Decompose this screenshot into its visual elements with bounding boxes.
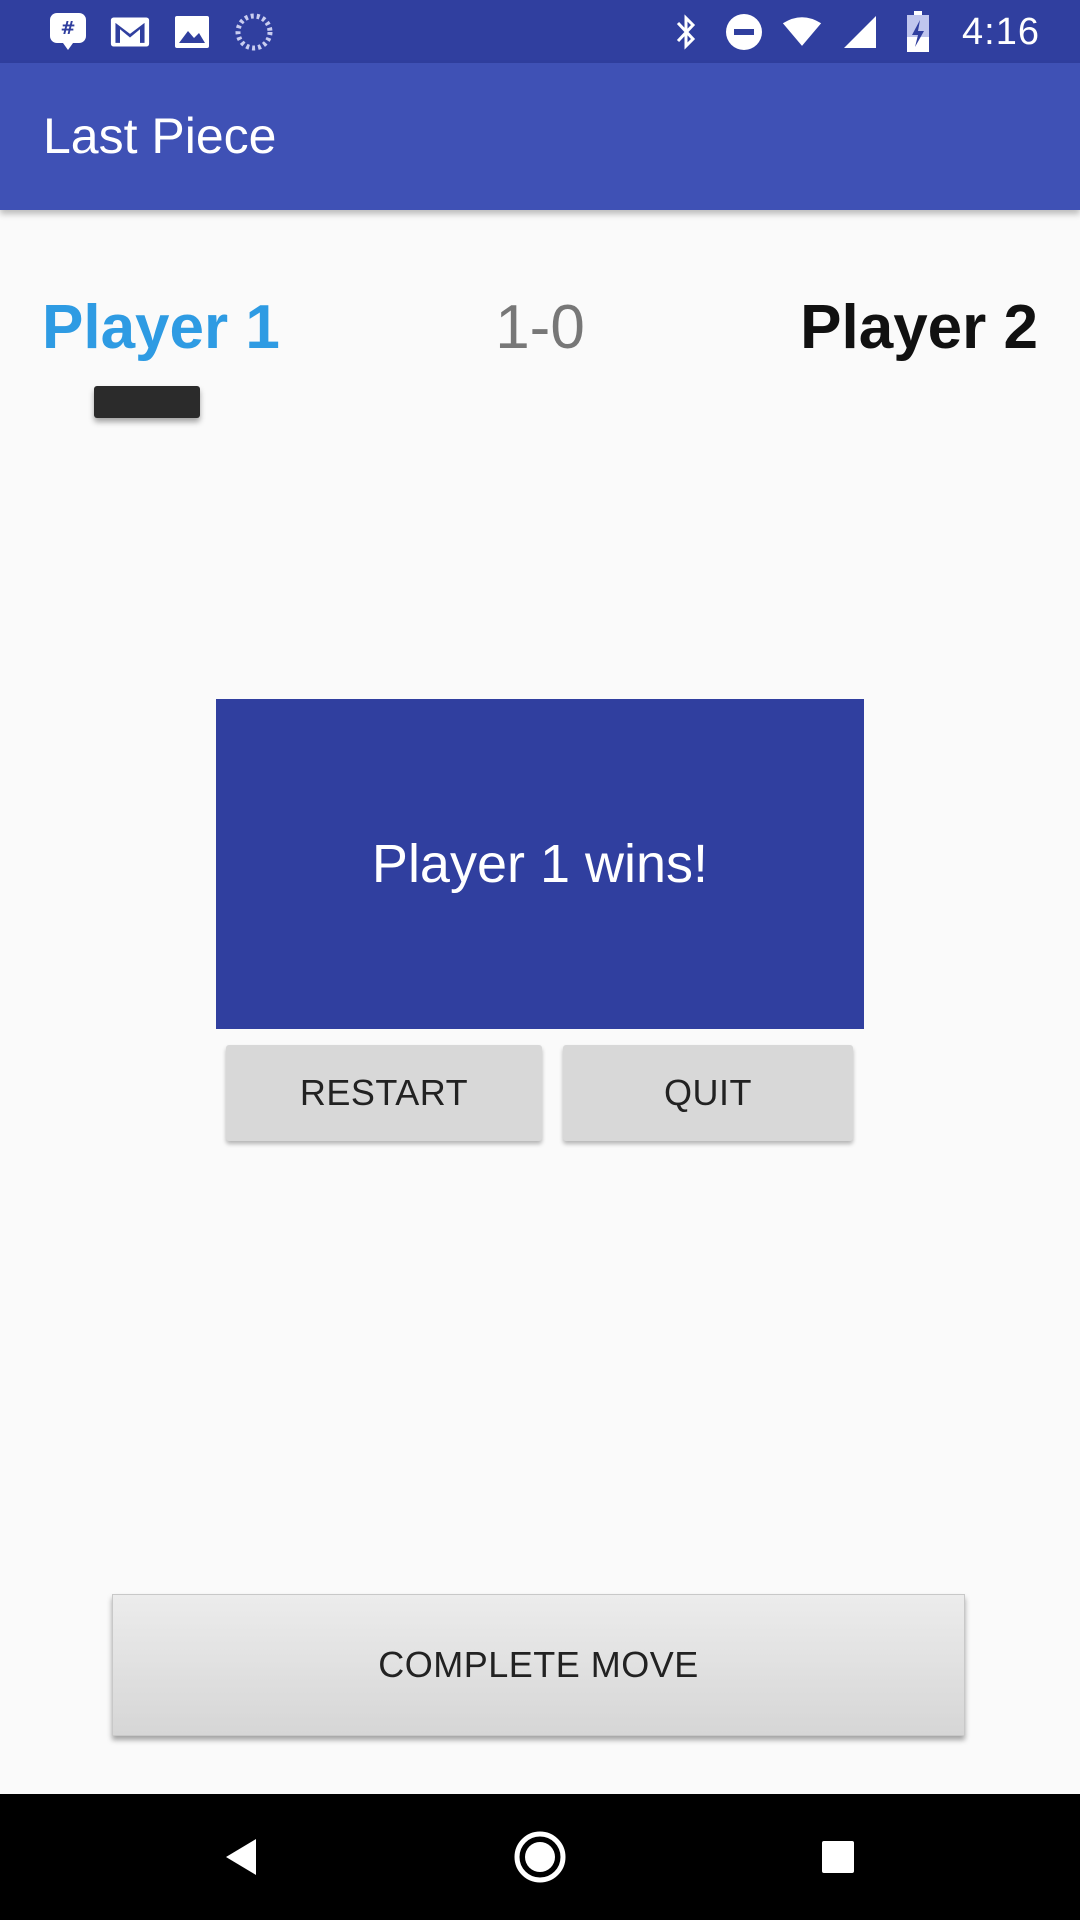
battery-charging-icon [898,11,938,52]
turn-indicator [94,386,200,418]
result-panel: Player 1 wins! [216,699,864,1029]
bluetooth-icon [666,12,706,52]
status-bar-notifications: # [48,10,274,54]
back-icon[interactable] [212,1827,272,1887]
status-bar: # 4:16 [0,0,1080,63]
do-not-disturb-icon [724,12,764,52]
image-icon [172,12,212,52]
status-bar-system: 4:16 [666,8,1040,56]
complete-move-button[interactable]: COMPLETE MOVE [112,1594,965,1736]
app-title: Last Piece [43,108,277,164]
result-message: Player 1 wins! [371,834,709,894]
sync-icon [234,12,274,52]
gmail-icon [110,12,150,52]
recents-icon[interactable] [808,1827,868,1887]
app-bar: Last Piece [0,63,1080,210]
quit-button[interactable]: QUIT [563,1045,853,1141]
wifi-icon [782,12,822,52]
home-icon[interactable] [510,1827,570,1887]
status-bar-time: 4:16 [962,10,1040,53]
signal-icon [840,12,880,52]
svg-text:#: # [60,18,75,39]
navigation-bar [0,1794,1080,1920]
restart-button[interactable]: RESTART [226,1045,542,1141]
player1-name: Player 1 [42,293,280,362]
notification-app-icon: # [48,12,88,52]
player2-name: Player 2 [800,293,1038,362]
